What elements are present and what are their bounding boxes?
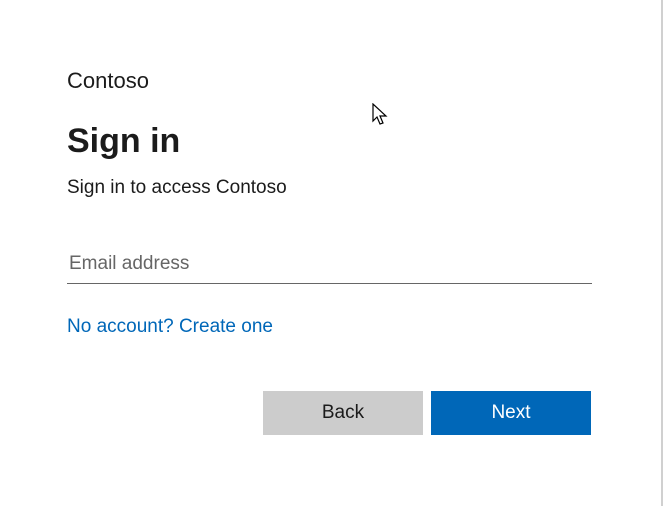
page-subtitle: Sign in to access Contoso xyxy=(67,177,591,199)
back-button[interactable]: Back xyxy=(263,391,423,435)
signin-panel: Contoso Sign in Sign in to access Contos… xyxy=(0,0,661,435)
page-title: Sign in xyxy=(67,122,591,161)
next-button[interactable]: Next xyxy=(431,391,591,435)
button-row: Back Next xyxy=(67,391,591,435)
email-field[interactable] xyxy=(67,249,592,284)
create-account-link[interactable]: No account? Create one xyxy=(67,316,273,338)
brand-name: Contoso xyxy=(67,68,591,94)
